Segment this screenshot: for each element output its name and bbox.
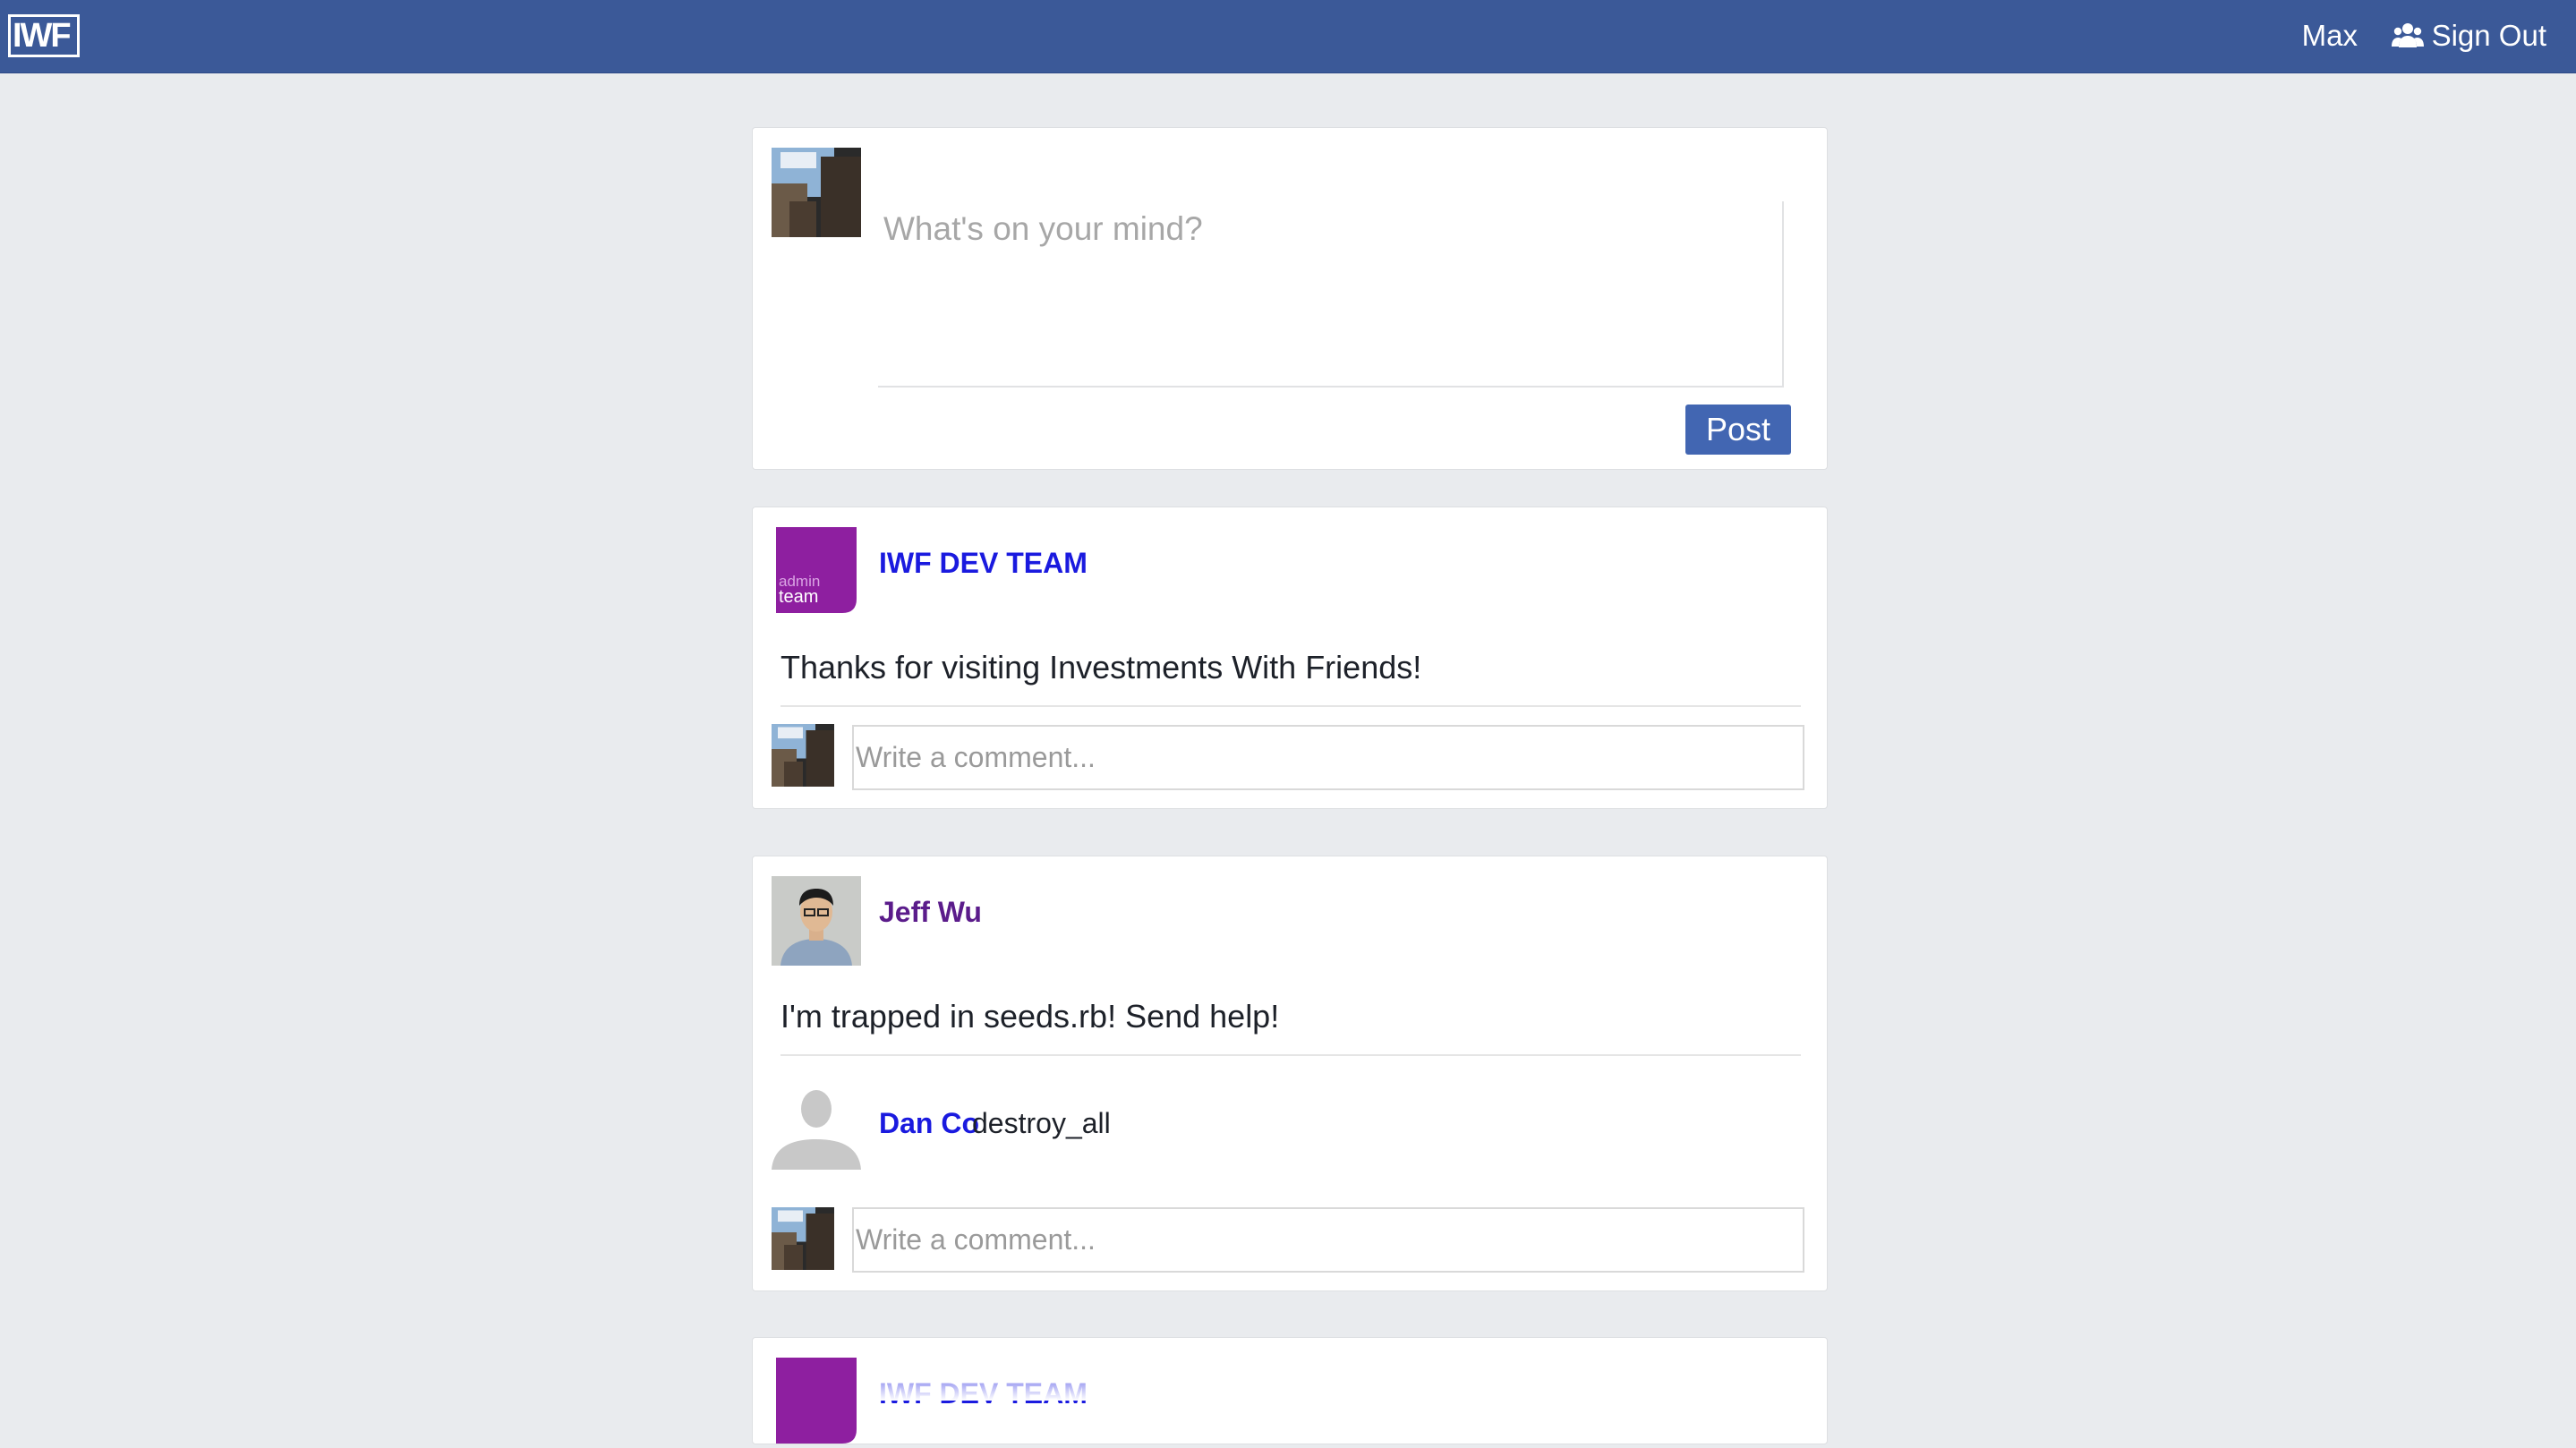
admin-team-avatar[interactable] [776,1358,857,1444]
admin-team-avatar[interactable]: admin team [776,527,857,613]
loading-fade [869,1356,1764,1401]
default-user-silhouette-icon[interactable] [772,1080,861,1170]
current-user-avatar[interactable] [772,148,861,237]
feed-post: admin team IWF DEV TEAM Thanks for visit… [752,507,1828,809]
comment-input[interactable] [852,1207,1804,1273]
post-divider [780,705,1801,707]
post-button[interactable]: Post [1685,405,1791,455]
comment-author-link[interactable]: Dan Co [879,1107,979,1140]
iwf-logo[interactable]: IWF [8,14,80,57]
sign-out-link[interactable]: Sign Out [2432,18,2546,54]
top-navbar: IWF Max Sign Out [0,0,2576,73]
current-user-link[interactable]: Max [2302,18,2358,54]
post-composer: Post [752,127,1828,470]
post-body: Thanks for visiting Investments With Fri… [780,649,1422,686]
avatar-text-team: team [779,587,818,607]
status-textarea[interactable] [878,201,1784,388]
commenter-avatar [772,724,834,787]
user-photo-avatar[interactable] [772,876,861,966]
commenter-avatar [772,1207,834,1270]
post-body: I'm trapped in seeds.rb! Send help! [780,998,1280,1035]
comment-item: Dan Co destroy_all [772,1080,1756,1170]
comment-input[interactable] [852,725,1804,790]
users-icon[interactable] [2392,20,2424,52]
post-author-link[interactable]: IWF DEV TEAM [879,547,1088,580]
comment-text: destroy_all [972,1107,1111,1139]
feed-post: Jeff Wu I'm trapped in seeds.rb! Send he… [752,856,1828,1291]
feed-post: IWF DEV TEAM [752,1337,1828,1444]
post-divider [780,1054,1801,1056]
post-author-link[interactable]: Jeff Wu [879,896,982,929]
